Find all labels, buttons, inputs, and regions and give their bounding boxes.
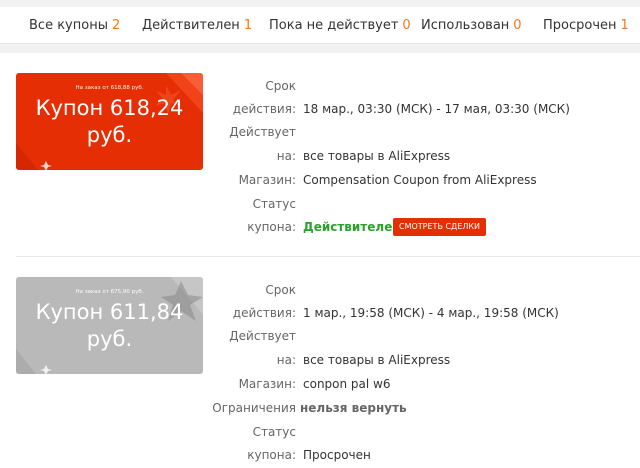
tab-used[interactable]: Использован 0 bbox=[421, 18, 522, 33]
coupon-amount: Купон 611,84 руб. bbox=[16, 299, 203, 353]
restrictions-label: Ограничения bbox=[212, 401, 296, 415]
coupon-min-order: На заказ от 618,88 руб. bbox=[75, 85, 144, 91]
period-label-1: Срок bbox=[265, 79, 296, 93]
tab-all[interactable]: Все купоны 2 bbox=[29, 18, 120, 33]
tab-used-count: 0 bbox=[513, 18, 522, 33]
coupon-amount-line1: Купон 611,84 bbox=[35, 300, 184, 324]
tab-all-count: 2 bbox=[111, 18, 121, 33]
coupon-card-active: На заказ от 618,88 руб. Купон 618,24 руб… bbox=[16, 73, 203, 170]
coupon-amount-line1: Купон 618,24 bbox=[35, 96, 184, 120]
applies-label-2: на: bbox=[276, 149, 296, 163]
applies-label-1: Действует bbox=[229, 329, 296, 343]
coupon-restrictions: нельзя вернуть bbox=[300, 401, 407, 415]
tab-all-label: Все купоны bbox=[29, 18, 108, 33]
applies-label-1: Действует bbox=[229, 125, 296, 139]
tab-not-yet-active[interactable]: Пока не действует 0 bbox=[269, 18, 411, 33]
tab-not-yet-active-count: 0 bbox=[402, 18, 411, 33]
store-label: Магазин: bbox=[238, 173, 296, 187]
tab-valid-count: 1 bbox=[243, 18, 253, 33]
applies-label-2: на: bbox=[276, 353, 296, 367]
coupon-min-order: На заказ от 675,90 руб. bbox=[75, 289, 144, 295]
view-deals-button[interactable]: Смотреть сделки bbox=[393, 218, 487, 236]
coupon-amount: Купон 618,24 руб. bbox=[16, 95, 203, 149]
coupon-period: 18 мар., 03:30 (МСК) - 17 мая, 03:30 (МС… bbox=[303, 102, 570, 116]
tab-expired-count: 1 bbox=[620, 18, 629, 33]
tab-used-label: Использован bbox=[421, 18, 510, 33]
coupon-status-valid: Действителен bbox=[303, 220, 401, 234]
coupon-applies: все товары в AliExpress bbox=[303, 149, 451, 163]
coupon-filter-tabs: Все купоны 2 Действителен 1 Пока не действ… bbox=[0, 7, 640, 44]
status-label-2: купона: bbox=[247, 448, 296, 462]
coupon-amount-line2: руб. bbox=[86, 123, 133, 147]
status-label-1: Статус bbox=[252, 425, 296, 439]
store-label: Магазин: bbox=[238, 377, 296, 391]
tab-valid-label: Действителен bbox=[142, 18, 240, 33]
tab-expired-label: Просрочен bbox=[543, 18, 617, 33]
period-label-2: действия: bbox=[232, 306, 296, 320]
tab-expired[interactable]: Просрочен 1 bbox=[543, 18, 629, 33]
period-label-1: Срок bbox=[265, 283, 296, 297]
coupon-store: conpon pal w6 bbox=[303, 377, 391, 391]
period-label-2: действия: bbox=[232, 102, 296, 116]
status-label-2: купона: bbox=[247, 220, 296, 234]
coupon-store: Compensation Coupon from AliExpress bbox=[303, 173, 537, 187]
coupon-status-expired: Просрочен bbox=[303, 448, 371, 462]
coupon-amount-line2: руб. bbox=[86, 327, 133, 351]
coupon-period: 1 мар., 19:58 (МСК) - 4 мар., 19:58 (МСК… bbox=[303, 306, 559, 320]
status-label-1: Статус bbox=[252, 197, 296, 211]
coupon-applies: все товары в AliExpress bbox=[303, 353, 451, 367]
coupon-divider bbox=[16, 256, 640, 257]
tab-not-yet-active-label: Пока не действует bbox=[269, 18, 399, 33]
coupon-card-expired: На заказ от 675,90 руб. Купон 611,84 руб… bbox=[16, 277, 203, 374]
tab-valid[interactable]: Действителен 1 bbox=[142, 18, 252, 33]
